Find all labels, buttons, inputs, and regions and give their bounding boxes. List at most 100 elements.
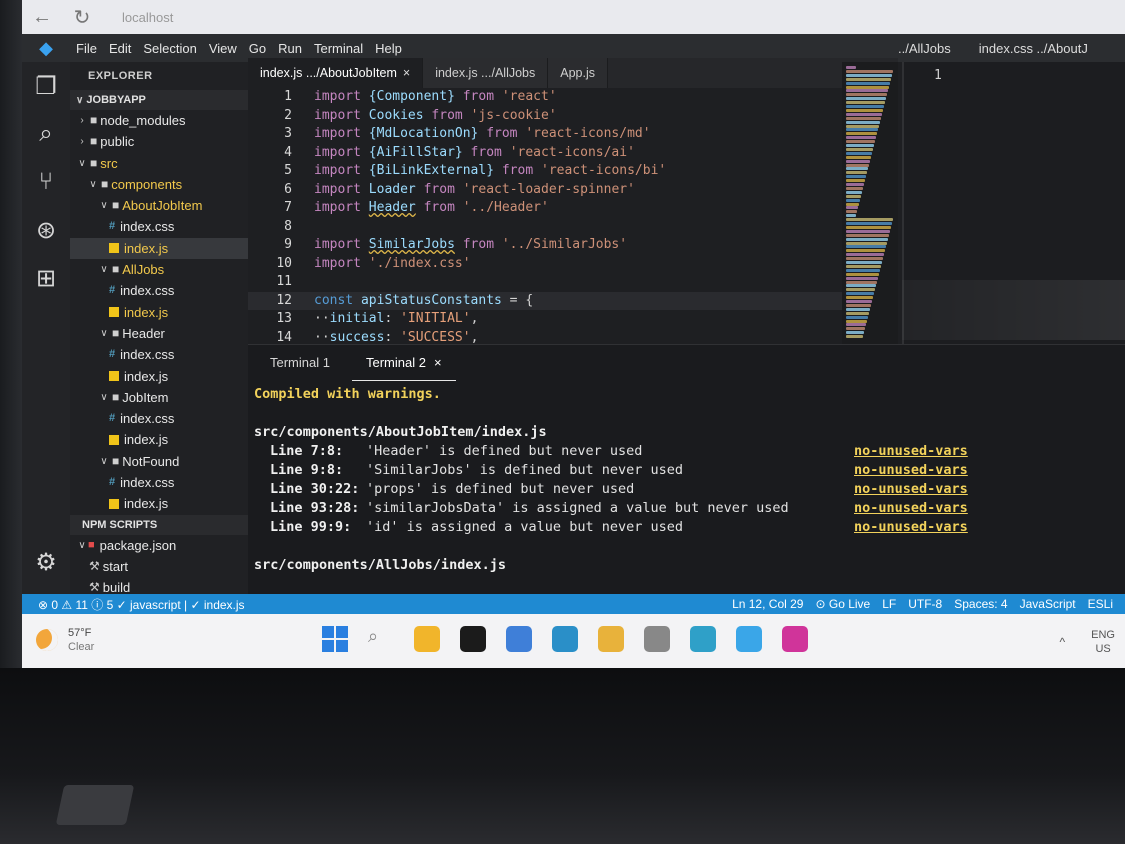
terminal-tab[interactable]: Terminal 1 <box>256 345 344 381</box>
folder-item[interactable]: ∨ ■ src <box>70 153 248 174</box>
close-icon[interactable]: × <box>403 66 410 80</box>
js-file-icon <box>109 307 119 318</box>
taskbar-app-icon[interactable] <box>782 626 808 652</box>
search-icon[interactable]: ⌕ <box>368 626 394 652</box>
taskbar-app-icon[interactable] <box>460 626 486 652</box>
file-item[interactable]: index.js <box>70 302 248 323</box>
menu-edit[interactable]: Edit <box>103 41 137 56</box>
source-control-icon[interactable]: ⑂ <box>22 158 70 206</box>
terminal-tabs: Terminal 1 Terminal 2 × <box>248 345 1125 381</box>
terminal-panel: Terminal 1 Terminal 2 × Compiled with warn… <box>248 344 1125 594</box>
code-line[interactable]: 5 import {BiLinkExternal} from 'react-ico… <box>248 162 842 181</box>
folder-item[interactable]: ∨ ■ components <box>70 174 248 195</box>
language-indicator[interactable]: ENG US <box>1091 628 1115 656</box>
file-item[interactable]: # index.css <box>70 344 248 365</box>
gear-icon[interactable]: ⚙ <box>22 538 70 586</box>
status-item[interactable]: Ln 12, Col 29 <box>732 597 803 611</box>
folder-item[interactable]: › ■ public <box>70 131 248 152</box>
file-item[interactable]: # index.css <box>70 280 248 301</box>
back-arrow-icon[interactable]: ← <box>22 6 62 29</box>
editor-tab[interactable]: index.js .../AboutJobItem × <box>248 58 424 88</box>
terminal-output[interactable]: Compiled with warnings. src/components/A… <box>254 385 1114 575</box>
file-item[interactable]: ⚒ start <box>70 556 248 577</box>
code-line[interactable]: 2 import Cookies from 'js-cookie' <box>248 107 842 126</box>
search-icon[interactable]: ⌕ <box>22 110 70 158</box>
code-line[interactable]: 10 import './index.css' <box>248 255 842 274</box>
reload-icon[interactable]: ↻ <box>62 5 102 30</box>
right-tab[interactable]: ../AllJobs <box>898 41 951 56</box>
menu-file[interactable]: File <box>70 41 103 56</box>
npm-scripts-section[interactable]: NPM SCRIPTS <box>70 514 248 535</box>
menu-terminal[interactable]: Terminal <box>308 41 369 56</box>
file-item[interactable]: ∨ ■ package.json <box>70 535 248 556</box>
run-debug-icon[interactable]: ⊛ <box>22 206 70 254</box>
menu-help[interactable]: Help <box>369 41 408 56</box>
taskbar-app-icon[interactable] <box>506 626 532 652</box>
extensions-icon[interactable]: ⊞ <box>22 254 70 302</box>
warning-message: 'props' is defined but never used <box>366 481 635 497</box>
browser-url[interactable]: localhost <box>122 10 173 25</box>
code-line[interactable]: 9 import SimilarJobs from '../SimilarJobs… <box>248 236 842 255</box>
chevron-down-icon: ∨ <box>100 391 108 403</box>
warning-rule-link[interactable]: no-unused-vars <box>854 499 968 518</box>
status-item[interactable]: LF <box>882 597 896 611</box>
warning-rule-link[interactable]: no-unused-vars <box>854 480 968 499</box>
status-item[interactable]: JavaScript <box>1020 597 1076 611</box>
code-line[interactable]: 11 <box>248 273 842 292</box>
terminal-tab[interactable]: Terminal 2 × <box>351 345 456 381</box>
editor-tab[interactable]: App.js <box>548 58 608 88</box>
status-item[interactable]: ESLi <box>1088 597 1113 611</box>
taskbar-app-icon[interactable] <box>598 626 624 652</box>
folder-item[interactable]: ∨ ■ JobItem <box>70 387 248 408</box>
code-line[interactable]: 4 import {AiFillStar} from 'react-icons/a… <box>248 144 842 163</box>
folder-item[interactable]: ∨ ■ Header <box>70 323 248 344</box>
taskbar-app-icon[interactable] <box>414 626 440 652</box>
taskbar-app-icon[interactable] <box>736 626 762 652</box>
taskbar-app-icon[interactable] <box>644 626 670 652</box>
file-item[interactable]: # index.css <box>70 472 248 493</box>
weather-widget[interactable]: 57°F Clear <box>36 626 94 654</box>
code-line[interactable]: 1 import {Component} from 'react' <box>248 88 842 107</box>
file-item[interactable]: index.js <box>70 237 248 260</box>
file-item[interactable]: # index.css <box>70 408 248 429</box>
menu-selection[interactable]: Selection <box>137 41 202 56</box>
file-item[interactable]: index.js <box>70 493 248 514</box>
code-line[interactable]: 8 <box>248 218 842 237</box>
right-tab[interactable]: index.css ../AboutJ <box>979 41 1088 56</box>
editor-tab[interactable]: index.js .../AllJobs <box>423 58 549 88</box>
files-icon[interactable]: ❐ <box>22 62 70 110</box>
tray-caret-icon[interactable]: ^ <box>1060 635 1066 649</box>
browser-bar: ← ↻ localhost <box>22 0 1125 34</box>
menu-go[interactable]: Go <box>243 41 272 56</box>
file-item[interactable]: ⚒ build <box>70 577 248 594</box>
folder-item[interactable]: ∨ ■ NotFound <box>70 451 248 472</box>
code-editor[interactable]: 1 import {Component} from 'react' 2 import … <box>248 88 842 344</box>
file-item[interactable]: index.js <box>70 366 248 387</box>
menu-view[interactable]: View <box>203 41 243 56</box>
status-item[interactable]: UTF-8 <box>908 597 942 611</box>
warning-rule-link[interactable]: no-unused-vars <box>854 461 968 480</box>
code-line[interactable]: 3 import {MdLocationOn} from 'react-icons… <box>248 125 842 144</box>
file-item[interactable]: index.js <box>70 429 248 450</box>
status-item[interactable]: Spaces: 4 <box>954 597 1007 611</box>
taskbar-app-icon[interactable] <box>552 626 578 652</box>
minimap[interactable] <box>842 62 898 344</box>
warning-rule-link[interactable]: no-unused-vars <box>854 442 968 461</box>
status-problems[interactable]: ⊗ 0 ⚠ 11 ⓘ 5 ✓ javascript | ✓ index.js <box>22 596 245 613</box>
code-line[interactable]: 14 ··success: 'SUCCESS', <box>248 329 842 345</box>
windows-start-icon[interactable] <box>322 626 348 652</box>
project-section[interactable]: ∨ JOBBYAPP <box>70 90 248 110</box>
code-line[interactable]: 13 ··initial: 'INITIAL', <box>248 310 842 329</box>
taskbar-app-icon[interactable] <box>690 626 716 652</box>
close-icon[interactable]: × <box>434 355 442 370</box>
file-item[interactable]: # index.css <box>70 216 248 237</box>
code-line[interactable]: 12 const apiStatusConstants = { <box>248 291 842 310</box>
menu-run[interactable]: Run <box>272 41 308 56</box>
folder-item[interactable]: › ■ node_modules <box>70 110 248 131</box>
folder-item[interactable]: ∨ ■ AllJobs <box>70 259 248 280</box>
warning-rule-link[interactable]: no-unused-vars <box>854 518 968 537</box>
code-line[interactable]: 7 import Header from '../Header' <box>248 199 842 218</box>
folder-item[interactable]: ∨ ■ AboutJobItem <box>70 195 248 216</box>
status-item[interactable]: ⊙ Go Live <box>815 597 870 611</box>
code-line[interactable]: 6 import Loader from 'react-loader-spinne… <box>248 181 842 200</box>
